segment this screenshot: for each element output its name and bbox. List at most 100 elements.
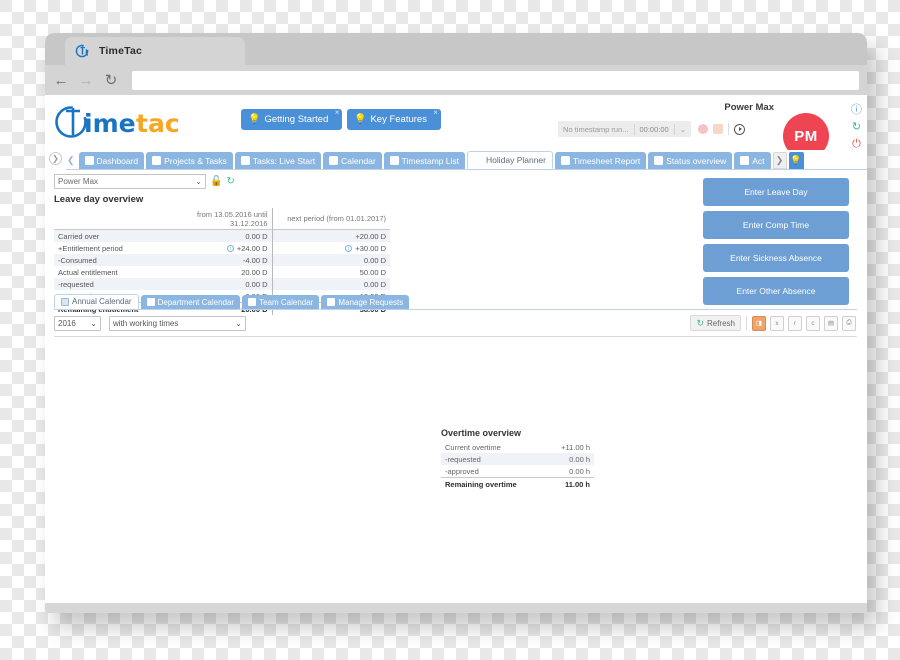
refresh-icon[interactable]: ↻ [226, 176, 234, 187]
browser-omnibox-bar: ← → ↻ [45, 65, 867, 95]
timetac-logo[interactable]: ime tac [54, 103, 222, 146]
module-tab-label: Act [752, 155, 765, 166]
timestamp-duration: 00:00:00 [639, 124, 669, 134]
export-rtf-icon[interactable]: r [788, 315, 802, 331]
sub-tab-annual-calendar[interactable]: Annual Calendar [54, 294, 139, 309]
year-select-value: 2016 [58, 319, 76, 328]
module-tab-label: Projects & Tasks [164, 155, 227, 166]
close-icon[interactable]: × [433, 108, 438, 117]
close-icon[interactable]: × [335, 108, 340, 117]
timetac-logo-icon [75, 43, 91, 59]
department-icon [146, 298, 155, 306]
export-image-icon[interactable]: ◨ [752, 315, 766, 331]
lightbulb-icon: 💡 [354, 114, 367, 125]
browser-tab[interactable]: TimeTac [65, 37, 245, 65]
sync-icon[interactable]: ↻ [852, 122, 861, 133]
enter-leave-day-button[interactable]: Enter Leave Day [703, 178, 849, 206]
leave-row-next: 0.00 D [363, 279, 386, 289]
leave-row-label: +Entitlement period [58, 243, 123, 253]
lock-icon [740, 156, 750, 165]
leave-row-next: +20.00 D [355, 231, 386, 241]
employee-select[interactable]: Power Max ⌄ [54, 174, 206, 189]
url-input[interactable] [132, 70, 859, 90]
forward-icon[interactable]: → [78, 73, 94, 88]
header-right-rail: ⓘ ↻ ⏻ [851, 105, 862, 150]
sub-tab-team-calendar[interactable]: Team Calendar [242, 295, 320, 309]
module-tab-status-overview[interactable]: Status overview [648, 152, 733, 169]
module-tab-bar: ❮ Dashboard Projects & Tasks Tasks: Live S… [66, 150, 867, 170]
stop-icon[interactable] [698, 124, 708, 134]
overtime-table-row: -approved 0.00 h [441, 465, 594, 478]
user-status-icon [654, 156, 664, 165]
export-xls-icon[interactable]: x [770, 315, 784, 331]
key-features-label: Key Features [370, 114, 427, 125]
overtime-row-label: -requested [445, 454, 481, 464]
leave-row-label: -requested [58, 279, 94, 289]
back-icon[interactable]: ← [53, 73, 69, 88]
key-features-banner[interactable]: 💡 Key Features × [347, 108, 441, 130]
leave-row-current: 0.00 D [172, 229, 273, 242]
overtime-row-label: Current overtime [445, 442, 501, 452]
module-content: Power Max ⌄ 🔓 ↻ Leave day overview from … [45, 170, 867, 490]
collapse-sidebar-button[interactable]: ❯ [49, 152, 62, 165]
sub-tab-department-calendar[interactable]: Department Calendar [140, 295, 241, 309]
overtime-table-row: -requested 0.00 h [441, 453, 594, 465]
scroll-right-icon[interactable]: ❯ [772, 152, 787, 169]
module-tab-label: Holiday Planner [485, 155, 546, 165]
employee-selector: Power Max ⌄ 🔓 ↻ [54, 174, 235, 189]
tips-icon[interactable]: 💡 [788, 152, 804, 169]
timestamp-status-box[interactable]: No timestamp run... 00:00:00 ⌄ [558, 121, 691, 137]
sub-tab-label: Manage Requests [338, 297, 404, 307]
mode-select[interactable]: with working times ⌄ [109, 316, 246, 331]
export-pdf-icon[interactable]: ▤ [824, 315, 838, 331]
help-icon[interactable]: ⓘ [851, 105, 862, 116]
info-icon[interactable]: i [345, 244, 353, 252]
year-select[interactable]: 2016 ⌄ [54, 316, 101, 331]
svg-text:ime: ime [84, 109, 136, 138]
module-tab-label: Calendar [341, 155, 376, 166]
info-icon[interactable]: i [226, 244, 234, 252]
enter-comp-time-button[interactable]: Enter Comp Time [703, 211, 849, 239]
employee-select-value: Power Max [58, 177, 99, 186]
getting-started-label: Getting Started [264, 114, 329, 125]
module-tab-calendar[interactable]: Calendar [323, 152, 382, 169]
app-header: ime tac 💡 Getting Started × 💡 Key Featur… [45, 95, 867, 159]
sun-icon [473, 155, 483, 165]
calendar-icon [329, 156, 339, 165]
lightbulb-icon: 💡 [248, 114, 261, 125]
print-icon[interactable]: ⎙ [842, 315, 856, 331]
refresh-button[interactable]: ↻ Refresh [690, 315, 741, 331]
module-tab-label: Timesheet Report [573, 155, 641, 166]
leave-row-current: i +24.00 D [172, 242, 273, 254]
mode-select-value: with working times [113, 319, 179, 328]
enter-sickness-absence-button[interactable]: Enter Sickness Absence [703, 244, 849, 272]
annual-calendar-container: Month1.2.3.4.5.6.7.8.9.10.11.12.13.14.15… [54, 336, 857, 337]
module-tab-tasks-live-start[interactable]: Tasks: Live Start [234, 152, 322, 169]
play-icon[interactable] [734, 123, 745, 135]
export-csv-icon[interactable]: c [806, 315, 820, 331]
module-tab-label: Status overview [666, 155, 727, 166]
sub-tab-label: Team Calendar [259, 297, 314, 307]
getting-started-banner[interactable]: 💡 Getting Started × [241, 108, 343, 130]
sub-tab-label: Annual Calendar [72, 297, 132, 306]
power-icon[interactable]: ⏻ [852, 139, 861, 150]
chevron-down-icon: ⌄ [235, 319, 242, 328]
chevron-down-icon[interactable]: ⌄ [675, 125, 691, 134]
app-viewport: ime tac 💡 Getting Started × 💡 Key Featur… [45, 95, 867, 613]
module-tab-label: Tasks: Live Start [252, 155, 316, 166]
reload-icon[interactable]: ↻ [103, 73, 119, 88]
leave-overview-title: Leave day overview [54, 194, 144, 205]
module-tab-holiday-planner[interactable]: Holiday Planner [466, 151, 553, 169]
module-tab-timesheet-report[interactable]: Timesheet Report [555, 152, 647, 169]
module-tab-timestamp-list[interactable]: Timestamp List [383, 152, 465, 169]
module-tab-projects-tasks[interactable]: Projects & Tasks [146, 152, 233, 169]
edit-icon[interactable] [713, 124, 723, 134]
module-tab-dashboard[interactable]: Dashboard [78, 152, 145, 169]
module-tab-act[interactable]: Act [734, 152, 771, 169]
leave-table-row: Actual entitlement 20.00 D 50.00 D [54, 266, 390, 278]
refresh-label: Refresh [706, 318, 735, 328]
calendar-filters: 2016 ⌄ with working times ⌄ [54, 316, 246, 331]
sub-tab-manage-requests[interactable]: Manage Requests [321, 295, 410, 309]
scroll-left-icon[interactable]: ❮ [66, 155, 77, 169]
unlock-icon[interactable]: 🔓 [210, 176, 222, 187]
